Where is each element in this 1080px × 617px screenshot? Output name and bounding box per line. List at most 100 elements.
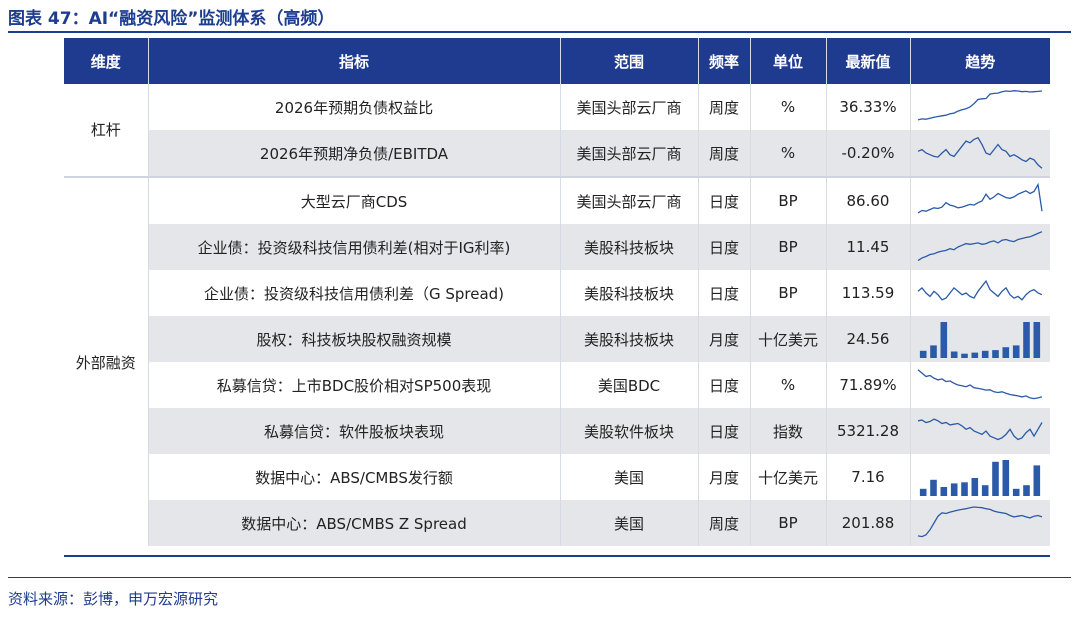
trend-sparkline: [918, 418, 1043, 441]
indicator-cell: 企业债：投资级科技信用债利差(相对于IG利率): [148, 224, 561, 270]
indicator-cell: 企业债：投资级科技信用债利差（G Spread): [148, 270, 561, 316]
trend-sparkline: [917, 279, 1043, 301]
trend-bar: [1013, 345, 1020, 358]
trend-bar: [1002, 347, 1010, 358]
header-row: 维度 指标 范围 频率 单位 最新值 趋势: [64, 38, 1050, 84]
frequency-cell: 日度: [698, 176, 751, 224]
scope-cell: 美国: [560, 500, 699, 546]
trend-line: [917, 369, 1043, 400]
trend-cell: [910, 362, 1050, 408]
scope-cell: 美国: [560, 454, 699, 500]
latest-value-cell: 86.60: [826, 176, 911, 224]
frequency-cell: 月度: [698, 316, 751, 362]
scope-cell: 美股科技板块: [560, 316, 699, 362]
header-dimension: 维度: [64, 38, 149, 84]
trend-bar: [1002, 460, 1010, 496]
table-row: 数据中心：ABS/CMBS发行额 美国 月度 十亿美元 7.16: [64, 454, 1050, 500]
trend-line: [917, 279, 1043, 301]
frequency-cell: 日度: [698, 408, 751, 454]
trend-sparkline: [917, 369, 1043, 400]
trend-cell: [910, 224, 1050, 270]
trend-cell: [910, 454, 1050, 500]
trend-sparkline: [917, 231, 1043, 262]
unit-cell: BP: [750, 224, 827, 270]
trend-bar: [920, 350, 927, 358]
trend-line: [917, 182, 1043, 214]
table-row: 私募信贷：上市BDC股价相对SP500表现 美国BDC 日度% 71.89%: [64, 362, 1050, 408]
frequency-cell: 日度: [698, 362, 751, 408]
header-latest-value: 最新值: [826, 38, 911, 84]
table-row: 企业债：投资级科技信用债利差(相对于IG利率) 美股科技板块 日度 BP 11.45: [64, 224, 1050, 270]
trend-cell: [910, 500, 1050, 546]
source-note: 资料来源：彭博，申万宏源研究: [8, 590, 219, 608]
trend-cell: [910, 130, 1050, 177]
table-row: 2026年预期净负债/EBITDA 美国头部云厂商 周度% -0.20%: [64, 130, 1050, 177]
dimension-cell: 杠杆: [64, 84, 149, 177]
trend-sparkline: [917, 136, 1043, 169]
trend-bar: [930, 345, 938, 358]
trend-bar: [920, 488, 927, 496]
unit-cell: BP: [750, 176, 827, 224]
table-bottom-border: [64, 555, 1050, 557]
latest-value-cell: 11.45: [826, 224, 911, 270]
trend-bar: [940, 322, 948, 358]
latest-value-cell: 24.56: [826, 316, 911, 362]
table-row: 私募信贷：软件股板块表现 美股软件板块 日度 指数 5321.28: [64, 408, 1050, 454]
trend-bar: [982, 485, 989, 496]
latest-value-cell: 113.59: [826, 270, 911, 316]
monitoring-table: 维度 指标 范围 频率 单位 最新值 趋势 杠杆 2026年预期负债权益比 美国头部…: [64, 38, 1050, 546]
indicator-cell: 数据中心：ABS/CMBS发行额: [148, 454, 561, 500]
scope-cell: 美国BDC: [560, 362, 699, 408]
unit-cell: 指数: [750, 408, 827, 454]
trend-line: [917, 136, 1043, 169]
dimension-cell: 外部融资: [64, 176, 149, 546]
trend-bar: [951, 483, 958, 496]
indicator-cell: 股权：科技板块股权融资规模: [148, 316, 561, 362]
frequency-cell: 周度: [698, 500, 751, 546]
figure-title: 图表 47：AI“融资风险”监测体系（高频）: [8, 9, 335, 29]
trend-cell: [910, 270, 1050, 316]
frequency-cell: 日度: [698, 270, 751, 316]
indicator-cell: 私募信贷：软件股板块表现: [148, 408, 561, 454]
trend-cell: [910, 316, 1050, 362]
trend-bar: [951, 351, 958, 358]
trend-cell: [910, 176, 1050, 224]
trend-bar: [1033, 465, 1041, 496]
trend-bar: [930, 479, 938, 496]
trend-bar: [1023, 485, 1031, 496]
indicator-cell: 大型云厂商CDS: [148, 176, 561, 224]
table-row: 外部融资 大型云厂商CDS 美国头部云厂商 日度 BP 86.60: [64, 176, 1050, 546]
table-row: 杠杆 2026年预期负债权益比 美国头部云厂商 周度% 36.33%: [64, 84, 1050, 177]
trend-sparkline: [918, 506, 1043, 538]
header-scope: 范围: [560, 38, 699, 84]
indicator-cell: 私募信贷：上市BDC股价相对SP500表现: [148, 362, 561, 408]
trend-sparkline: [917, 182, 1043, 214]
trend-sparkline: [920, 322, 1041, 358]
trend-line: [918, 418, 1043, 441]
scope-cell: 美国头部云厂商: [560, 84, 699, 130]
trend-cell: [910, 408, 1050, 454]
unit-cell: BP: [750, 270, 827, 316]
trend-bar: [971, 352, 979, 358]
header-frequency: 频率: [698, 38, 751, 84]
scope-cell: 美股软件板块: [560, 408, 699, 454]
trend-cell: [910, 84, 1050, 130]
header-trend: 趋势: [910, 38, 1050, 84]
trend-bar: [961, 353, 969, 358]
table-row: 数据中心：ABS/CMBS Z Spread 美国 周度 BP 201.88: [64, 500, 1050, 546]
scope-cell: 美股科技板块: [560, 270, 699, 316]
trend-bar: [992, 350, 1000, 358]
header-indicator: 指标: [148, 38, 561, 84]
unit-cell: BP: [750, 500, 827, 546]
trend-bar: [961, 482, 969, 496]
unit-cell: %: [750, 84, 827, 130]
header-unit: 单位: [750, 38, 827, 84]
table-row: 股权：科技板块股权融资规模 美股科技板块 月度 十亿美元 24.56: [64, 316, 1050, 362]
source-divider: [8, 577, 1071, 578]
trend-sparkline: [918, 90, 1043, 121]
indicator-cell: 2026年预期净负债/EBITDA: [148, 130, 561, 177]
table-row: 企业债：投资级科技信用债利差（G Spread) 美股科技板块 日度 BP 113.59: [64, 270, 1050, 316]
trend-bar: [971, 478, 979, 496]
unit-cell: 十亿美元: [750, 454, 827, 500]
trend-bar: [992, 461, 1000, 496]
